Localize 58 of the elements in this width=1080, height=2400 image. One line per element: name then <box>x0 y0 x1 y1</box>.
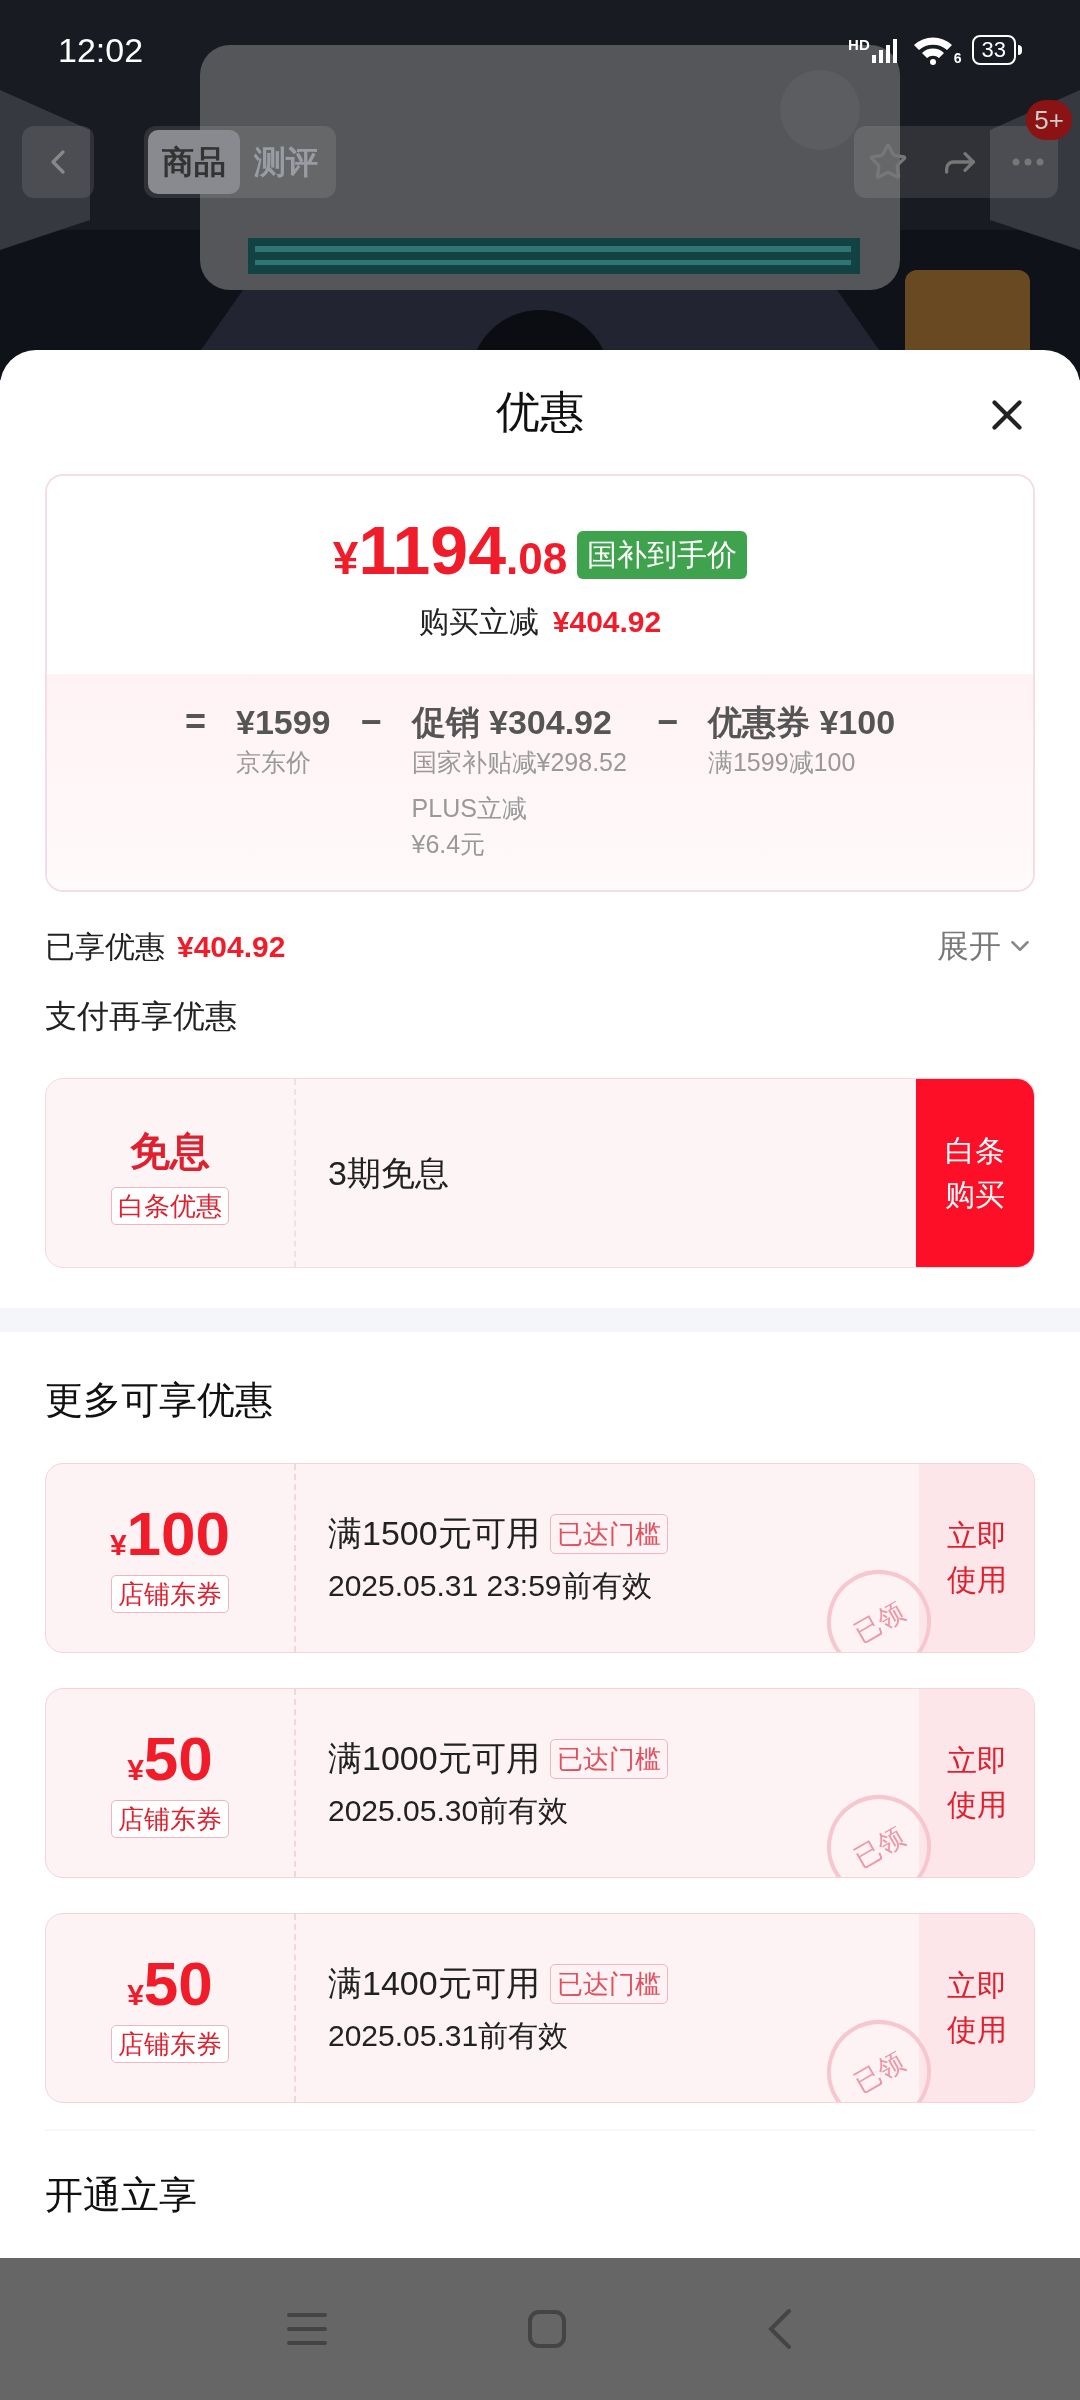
status-time: 12:02 <box>58 29 144 71</box>
breakdown-note: PLUS立减 <box>411 793 528 824</box>
operator-symbol: − <box>656 700 678 744</box>
more-button[interactable] <box>1012 158 1044 166</box>
coupon-condition: 满1500元可用 <box>328 1513 540 1554</box>
threshold-tag: 已达门槛 <box>549 1963 668 2004</box>
offer-tag: 白条优惠 <box>111 1187 229 1225</box>
threshold-tag: 已达门槛 <box>549 1738 668 1779</box>
coupon-condition: 满1000元可用 <box>328 1738 540 1779</box>
menu-icon[interactable] <box>287 2312 327 2346</box>
breakdown-note: 京东价 <box>235 747 312 778</box>
sheet-title: 优惠 <box>496 386 584 438</box>
coupon-condition: 满1400元可用 <box>328 1963 540 2004</box>
coupon-validity: 2025.05.30前有效 <box>328 1793 570 1829</box>
battery-indicator: 33 <box>971 35 1016 65</box>
reduction-amount: ¥404.92 <box>552 604 662 640</box>
breakdown-title: 优惠券 ¥100 <box>707 702 896 743</box>
breakdown-title: ¥1599 <box>235 702 331 743</box>
section-title: 开通立享 <box>44 2173 198 2218</box>
use-now-button[interactable]: 立即使用 <box>919 1914 1034 2102</box>
star-icon <box>868 142 908 182</box>
coupon-type-tag: 店铺东券 <box>111 1800 229 1838</box>
breakdown-title: 促销 ¥304.92 <box>411 702 613 743</box>
home-icon[interactable] <box>527 2309 567 2349</box>
back-icon[interactable] <box>767 2308 793 2350</box>
breakdown-note: 满1599减100 <box>707 747 857 778</box>
baitiao-buy-button[interactable]: 白条购买 <box>916 1079 1034 1267</box>
threshold-tag: 已达门槛 <box>549 1513 668 1554</box>
subsidy-tag: 国补到手价 <box>577 530 748 579</box>
expand-toggle[interactable]: 展开 <box>937 922 1035 970</box>
network-label: HD <box>848 37 870 52</box>
coupon-type-tag: 店铺东券 <box>111 1575 229 1613</box>
back-button[interactable] <box>22 126 94 198</box>
coupon-amount: ¥50 <box>127 1953 213 2017</box>
coupon-validity: 2025.05.31 23:59前有效 <box>328 1568 653 1604</box>
use-now-button[interactable]: 立即使用 <box>919 1689 1034 1877</box>
favorite-button[interactable] <box>868 142 908 182</box>
offer-text: 3期免息 <box>328 1152 449 1194</box>
more-icon <box>1012 158 1044 166</box>
use-now-button[interactable]: 立即使用 <box>919 1464 1034 1652</box>
enjoyed-label: 已享优惠 <box>45 928 165 965</box>
operator-symbol: = <box>184 700 206 744</box>
offer-headline: 免息 <box>130 1128 210 1175</box>
reduction-label: 购买立减 <box>418 604 539 640</box>
section-title: 更多可享优惠 <box>44 1378 274 1423</box>
wifi-label: 6 <box>953 51 962 65</box>
section-title: 支付再享优惠 <box>44 997 238 1036</box>
breakdown-note: ¥6.4元 <box>411 829 487 860</box>
tab[interactable]: 测评 <box>240 130 332 194</box>
coupon-type-tag: 店铺东券 <box>111 2025 229 2063</box>
coupon-amount: ¥100 <box>109 1503 231 1567</box>
coupon-amount: ¥50 <box>127 1728 213 1792</box>
tab[interactable]: 商品 <box>148 130 240 194</box>
breakdown-note: 国家补贴减¥298.52 <box>411 747 627 778</box>
enjoyed-amount: ¥404.92 <box>177 928 286 965</box>
coupon-validity: 2025.05.31前有效 <box>328 2018 570 2054</box>
operator-symbol: − <box>360 700 382 744</box>
final-price: ¥1194.08 <box>332 516 568 590</box>
